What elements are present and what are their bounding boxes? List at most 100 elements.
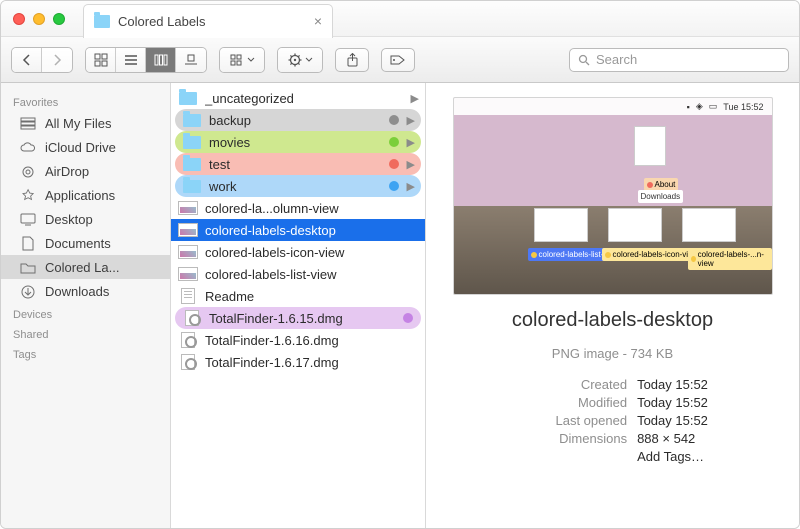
sidebar-item-cloud[interactable]: iCloud Drive: [1, 135, 170, 159]
action-group: [277, 47, 323, 73]
nav-buttons: [11, 47, 73, 73]
meta-value: 888 × 542: [637, 431, 708, 446]
sidebar-item-label: Downloads: [45, 284, 109, 299]
color-tag-dot: [389, 159, 399, 169]
airdrop-icon: [19, 163, 37, 179]
preview-thumbnail: ▪ ◈ ▭ Tue 15:52 About Downloads colored-…: [453, 97, 773, 295]
file-name: colored-labels-desktop: [205, 223, 419, 238]
tab[interactable]: Colored Labels ×: [83, 4, 333, 38]
thumb-label-downloads: Downloads: [638, 190, 684, 203]
action-button[interactable]: [278, 48, 322, 72]
thumb-window: [634, 126, 666, 166]
all-my-files-icon: [19, 115, 37, 131]
meta-key: Created: [517, 377, 627, 392]
meta-key: Modified: [517, 395, 627, 410]
meta-value: Today 15:52: [637, 413, 708, 428]
coverflow-view-button[interactable]: [176, 48, 206, 72]
minimize-window-button[interactable]: [33, 13, 45, 25]
file-name: colored-labels-icon-view: [205, 245, 419, 260]
sidebar-item-documents[interactable]: Documents: [1, 231, 170, 255]
file-row[interactable]: TotalFinder-1.6.15.dmg: [175, 307, 421, 329]
search-field[interactable]: Search: [569, 48, 789, 72]
folder-icon: [183, 114, 201, 127]
color-tag-dot: [389, 115, 399, 125]
image-icon: [178, 267, 198, 281]
file-column: _uncategorized ▶ backup▶ movies ▶ test ▶ work ▶ c…: [171, 83, 426, 528]
applications-icon: [19, 187, 37, 203]
meta-key: Dimensions: [517, 431, 627, 446]
chevron-right-icon: ▶: [407, 158, 415, 171]
view-mode-buttons: [85, 47, 207, 73]
file-name: movies: [209, 135, 383, 150]
sidebar-item-downloads[interactable]: Downloads: [1, 279, 170, 303]
file-row[interactable]: colored-labels-list-view: [171, 263, 425, 285]
file-row[interactable]: work ▶: [175, 175, 421, 197]
file-row[interactable]: _uncategorized ▶: [171, 87, 425, 109]
list-view-button[interactable]: [116, 48, 146, 72]
battery-icon: ▭: [709, 101, 718, 112]
file-row[interactable]: test ▶: [175, 153, 421, 175]
sidebar-item-desktop[interactable]: Desktop: [1, 207, 170, 231]
sidebar-item-all-my-files[interactable]: All My Files: [1, 111, 170, 135]
zoom-window-button[interactable]: [53, 13, 65, 25]
add-tags-button[interactable]: Add Tags…: [637, 449, 708, 464]
file-row[interactable]: Readme: [171, 285, 425, 307]
sidebar-item-label: iCloud Drive: [45, 140, 116, 155]
folder-icon: [179, 92, 197, 105]
file-row[interactable]: colored-la...olumn-view: [171, 197, 425, 219]
close-window-button[interactable]: [13, 13, 25, 25]
sidebar-item-label: AirDrop: [45, 164, 89, 179]
file-row[interactable]: colored-labels-icon-view: [171, 241, 425, 263]
folder-icon: [183, 180, 201, 193]
meta-key: Last opened: [517, 413, 627, 428]
tags-button[interactable]: [381, 48, 415, 72]
chevron-right-icon: ▶: [411, 92, 419, 105]
folder-icon: [19, 259, 37, 275]
finder-icon: ▪: [687, 102, 690, 112]
folder-icon: [183, 158, 201, 171]
arrange-button[interactable]: [220, 48, 264, 72]
folder-icon: [183, 136, 201, 149]
sidebar-item-folder[interactable]: Colored La...: [1, 255, 170, 279]
back-button[interactable]: [12, 48, 42, 72]
sidebar-section-favorites: Favorites: [1, 91, 170, 111]
file-row[interactable]: colored-labels-desktop: [171, 219, 425, 241]
search-placeholder: Search: [596, 52, 637, 67]
icon-view-button[interactable]: [86, 48, 116, 72]
file-name: test: [209, 157, 383, 172]
thumb-window: [534, 208, 588, 242]
file-name: colored-labels-list-view: [205, 267, 419, 282]
desktop-icon: [19, 211, 37, 227]
cloud-icon: [19, 139, 37, 155]
color-tag-dot: [403, 313, 413, 323]
file-row[interactable]: movies ▶: [175, 131, 421, 153]
image-icon: [178, 201, 198, 215]
forward-button[interactable]: [42, 48, 72, 72]
thumb-window: [682, 208, 736, 242]
column-view-button[interactable]: [146, 48, 176, 72]
sidebar-item-label: Desktop: [45, 212, 93, 227]
file-row[interactable]: backup▶: [175, 109, 421, 131]
close-tab-button[interactable]: ×: [314, 13, 322, 29]
preview-pane: ▪ ◈ ▭ Tue 15:52 About Downloads colored-…: [426, 83, 799, 528]
chevron-right-icon: ▶: [407, 136, 415, 149]
document-icon: [181, 288, 195, 304]
file-name: work: [209, 179, 383, 194]
sidebar-item-label: Documents: [45, 236, 111, 251]
color-tag-dot: [389, 181, 399, 191]
thumb-label-column: colored-labels-...n-view: [688, 248, 772, 270]
sidebar-item-applications[interactable]: Applications: [1, 183, 170, 207]
sidebar-item-label: Applications: [45, 188, 115, 203]
file-row[interactable]: TotalFinder-1.6.17.dmg: [171, 351, 425, 373]
chevron-right-icon: ▶: [407, 180, 415, 193]
sidebar-item-airdrop[interactable]: AirDrop: [1, 159, 170, 183]
file-row[interactable]: TotalFinder-1.6.16.dmg: [171, 329, 425, 351]
sidebar-section-devices: Devices: [1, 303, 170, 323]
meta-value: Today 15:52: [637, 395, 708, 410]
wifi-icon: ◈: [696, 101, 703, 112]
share-button[interactable]: [335, 48, 369, 72]
search-icon: [578, 54, 590, 66]
sidebar-section-tags: Tags: [1, 343, 170, 363]
file-name: _uncategorized: [205, 91, 405, 106]
dmg-icon: [185, 310, 199, 326]
